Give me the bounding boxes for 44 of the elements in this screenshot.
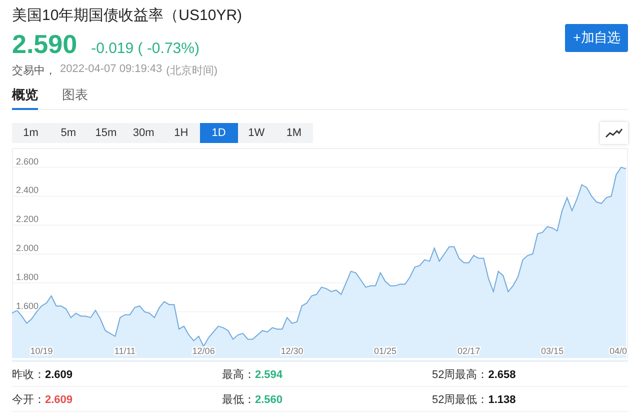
stat-label: 昨收： [12, 368, 45, 380]
timezone: (北京时间) [166, 64, 218, 78]
range-tab[interactable]: 15m [87, 122, 125, 142]
stat-label: 今开： [12, 394, 45, 406]
range-tab[interactable]: 1H [162, 122, 200, 142]
timestamp: 2022-04-07 09:19:43 [60, 63, 162, 77]
range-tab[interactable]: 30m [124, 122, 162, 142]
stat-value: 2.560 [255, 394, 283, 406]
price-change: -0.019 ( -0.73%) [91, 40, 200, 57]
tab[interactable]: 概览 [12, 88, 38, 110]
x-axis-label: 12/06 [192, 346, 215, 356]
trading-status: 交易中， [12, 64, 56, 78]
x-axis-label: 03/15 [541, 346, 564, 356]
quote-title: 美国10年期国债收益率（US10YR) [12, 6, 242, 25]
y-axis-label: 2.000 [16, 243, 39, 253]
stat-value: 1.138 [488, 394, 516, 406]
y-axis-label: 1.800 [16, 272, 39, 282]
y-axis-label: 2.200 [16, 214, 39, 224]
stat-value: 2.609 [45, 368, 73, 380]
stat-label: 52周最低： [432, 394, 488, 406]
y-axis-label: 2.400 [16, 185, 39, 196]
range-tab[interactable]: 5m [50, 122, 88, 142]
range-tab[interactable]: 1m [12, 122, 50, 142]
x-axis-label: 12/30 [280, 346, 304, 356]
x-axis-label: 11/11 [114, 346, 136, 356]
stat-label: 最高： [222, 368, 255, 380]
stat-value: 2.594 [255, 368, 283, 380]
price: 2.590 [12, 29, 78, 60]
x-axis-label: 01/25 [374, 346, 397, 356]
add-watchlist-button[interactable]: +加自选 [565, 24, 628, 52]
x-axis-label: 04/0 [609, 346, 627, 356]
x-axis-label: 02/17 [458, 346, 480, 356]
stat-value: 2.609 [45, 394, 73, 406]
tab[interactable]: 图表 [62, 88, 88, 110]
range-tab[interactable]: 1M [275, 122, 313, 142]
y-axis-label: 2.600 [16, 156, 39, 166]
line-chart-icon [605, 128, 623, 138]
stat-value: 2.658 [488, 368, 516, 380]
x-axis-label: 10/19 [30, 346, 53, 356]
stat-label: 52周最高： [432, 368, 488, 380]
y-axis-label: 1.600 [16, 300, 39, 311]
stat-label: 最低： [222, 394, 255, 406]
range-tab[interactable]: 1D [200, 122, 238, 142]
range-tab[interactable]: 1W [238, 122, 276, 142]
